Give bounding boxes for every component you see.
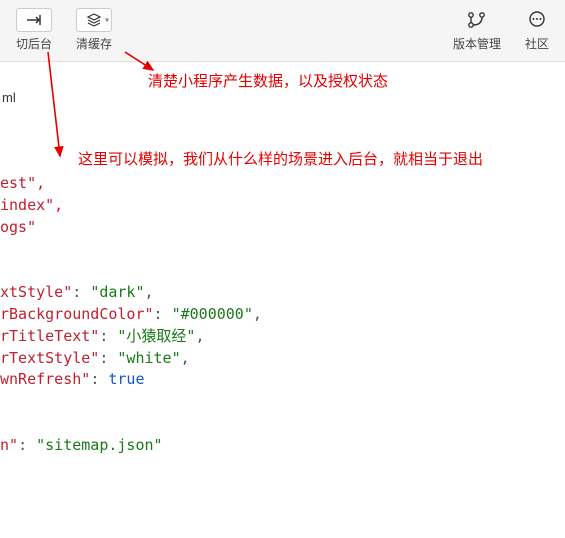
layers-icon: ▾ [76,8,112,32]
toolbar-btn-label: 清缓存 [76,35,112,52]
code-line: wnRefresh": true [0,369,262,391]
clear-cache-button[interactable]: ▾ 清缓存 [70,6,118,54]
toolbar-btn-label: 版本管理 [453,35,501,52]
code-line: rTitleText": "小猿取经", [0,326,262,348]
code-line: ogs" [0,217,262,239]
code-line: est", [0,173,262,195]
code-line: rBackgroundColor": "#000000", [0,304,262,326]
branch-icon [467,8,487,32]
community-button[interactable]: 社区 [519,6,555,54]
toolbar: 切后台 ▾ 清缓存 版本管理 社区 [0,0,565,62]
code-line: rTextStyle": "white", [0,348,262,370]
chevron-down-icon: ▾ [105,16,109,25]
clear-cache-annotation: 清楚小程序产生数据，以及授权状态 [148,70,388,91]
toolbar-btn-label: 切后台 [16,35,52,52]
code-editor-content: est", index", ogs" xtStyle": "dark",rBac… [0,145,262,457]
code-line: xtStyle": "dark", [0,282,262,304]
toolbar-left-group: 切后台 ▾ 清缓存 [10,6,118,54]
tab-fragment: ml [0,90,16,105]
version-manage-button[interactable]: 版本管理 [447,6,507,54]
code-line: n": "sitemap.json" [0,435,262,457]
toolbar-right-group: 版本管理 社区 [447,6,555,54]
switch-background-button[interactable]: 切后台 [10,6,58,54]
toolbar-btn-label: 社区 [525,35,549,52]
switch-bg-icon [16,8,52,32]
speech-icon [527,8,547,32]
code-line: index", [0,195,262,217]
